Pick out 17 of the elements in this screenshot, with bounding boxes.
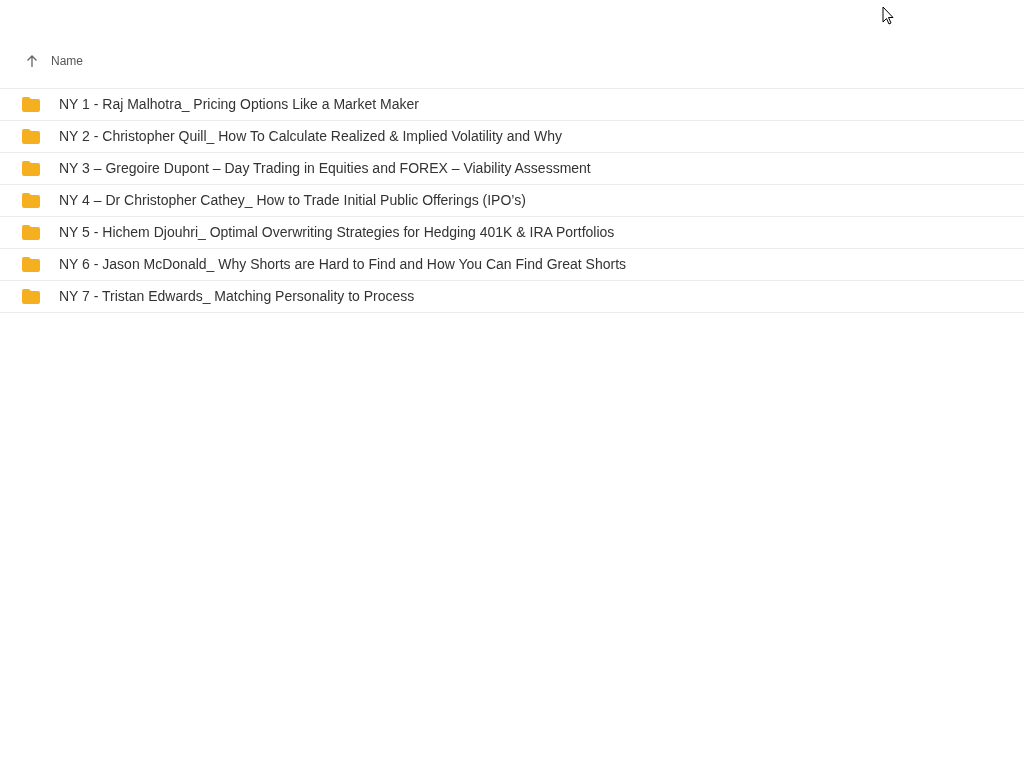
folder-name[interactable]: NY 6 - Jason McDonald_ Why Shorts are Hard to Find and How You Can Find Great Shorts — [59, 254, 627, 275]
folder-name[interactable]: NY 5 - Hichem Djouhri_ Optimal Overwriting Strategies for Hedging 401K & IRA Portfolios — [59, 222, 615, 243]
folder-icon — [22, 161, 40, 176]
cursor-icon — [882, 6, 894, 25]
folder-name[interactable]: NY 1 - Raj Malhotra_ Pricing Options Like a Market Maker — [59, 94, 419, 115]
folder-name[interactable]: NY 7 - Tristan Edwards_ Matching Personality to Process — [59, 286, 415, 307]
folder-icon — [22, 193, 40, 208]
folder-name[interactable]: NY 4 – Dr Christopher Cathey_ How to Trade Initial Public Offerings (IPO’s) — [59, 190, 526, 211]
folder-icon — [22, 257, 40, 272]
folder-name[interactable]: NY 2 - Christopher Quill_ How To Calculate Realized & Implied Volatility and Why — [59, 126, 562, 147]
folder-icon — [22, 97, 40, 112]
sort-arrow-icon[interactable] — [26, 54, 38, 68]
folder-icon — [22, 289, 40, 304]
column-header[interactable]: Name — [51, 52, 83, 70]
folder-icon — [22, 225, 40, 240]
folder-name[interactable]: NY 3 – Gregoire Dupont – Day Trading in Equities and FOREX – Viability Assessment — [59, 158, 591, 179]
folder-icon — [22, 129, 40, 144]
